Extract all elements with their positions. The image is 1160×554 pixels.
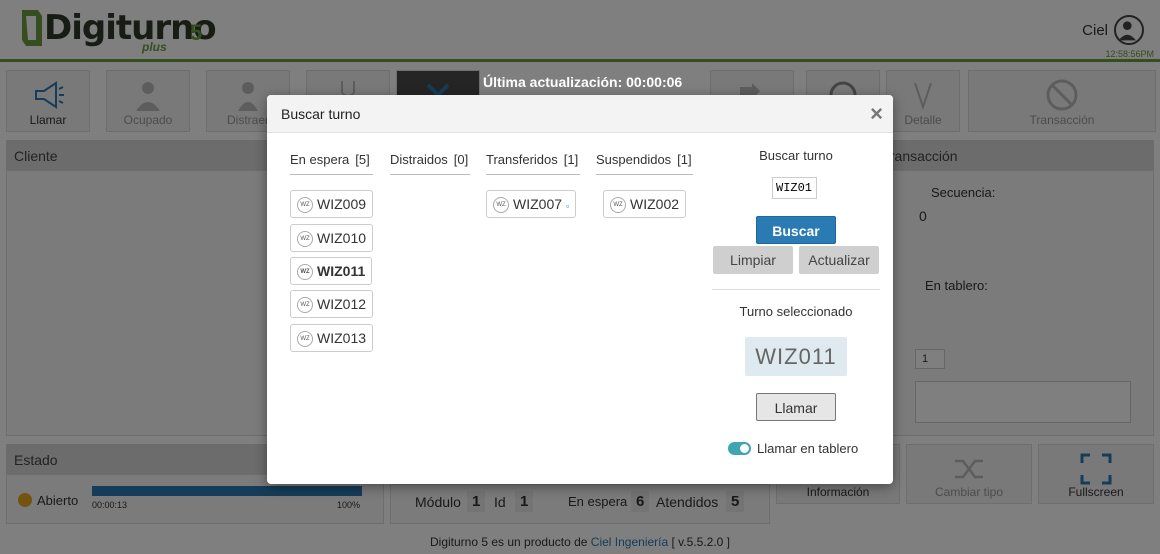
calendar-icon: ▫ — [566, 201, 570, 211]
llamar-button[interactable]: Llamar — [756, 393, 836, 421]
column-title: Distraidos — [390, 152, 448, 167]
search-label: Buscar turno — [759, 148, 833, 163]
turn-chip-wiz011[interactable]: WZ WIZ011 — [290, 257, 373, 285]
column-count: [1] — [677, 152, 692, 167]
turn-chip-wiz013[interactable]: WZ WIZ013 — [290, 324, 374, 352]
buscar-button[interactable]: Buscar — [756, 216, 836, 244]
divider — [712, 289, 880, 290]
turn-chip-wiz007[interactable]: WZ WIZ007 ▫ — [486, 190, 577, 218]
modal-header: Buscar turno × — [267, 95, 893, 133]
limpiar-button[interactable]: Limpiar — [713, 246, 793, 274]
update-banner: Última actualización: 00:00:06 — [483, 74, 683, 90]
toggle-label: Llamar en tablero — [757, 441, 859, 456]
column-header-en-espera[interactable]: En espera [5] — [290, 152, 373, 175]
toggle-knob — [740, 444, 749, 453]
turn-chip-wiz002[interactable]: WZ WIZ002 — [603, 190, 687, 218]
turn-chip-wiz012[interactable]: WZ WIZ012 — [290, 290, 374, 318]
column-title: Suspendidos — [596, 152, 672, 167]
column-header-transferidos[interactable]: Transferidos [1] — [486, 152, 580, 175]
turn-badge-icon: WZ — [297, 197, 313, 213]
column-title: En espera — [290, 152, 350, 167]
turn-chip-wiz010[interactable]: WZ WIZ010 — [290, 224, 374, 252]
turn-code: WIZ012 — [317, 296, 367, 312]
selected-turn-display: WIZ011 — [745, 337, 847, 376]
turn-badge-icon: WZ — [610, 197, 626, 213]
llamar-en-tablero-toggle[interactable] — [728, 442, 751, 455]
column-count: [1] — [563, 152, 579, 167]
turn-code: WIZ009 — [317, 196, 367, 212]
turn-badge-icon: WZ — [493, 197, 509, 213]
close-icon[interactable]: × — [870, 101, 883, 127]
buscar-turno-modal: Buscar turno × En espera [5] Distraidos [0… — [267, 95, 893, 484]
actualizar-button[interactable]: Actualizar — [799, 246, 879, 274]
turn-code: WIZ011 — [317, 263, 366, 279]
turn-code: WIZ002 — [630, 196, 680, 212]
modal-title: Buscar turno — [281, 106, 361, 122]
search-input[interactable] — [772, 177, 817, 199]
turn-code: WIZ007 — [513, 196, 563, 212]
column-title: Transferidos — [486, 152, 558, 167]
column-count: [5] — [355, 152, 370, 167]
turn-code: WIZ013 — [317, 330, 367, 346]
column-header-suspendidos[interactable]: Suspendidos [1] — [596, 152, 693, 175]
selected-label: Turno seleccionado — [739, 304, 853, 319]
turn-badge-icon: WZ — [297, 264, 313, 280]
turn-badge-icon: WZ — [297, 331, 313, 347]
turn-chip-wiz009[interactable]: WZ WIZ009 — [290, 190, 374, 218]
turn-badge-icon: WZ — [297, 231, 313, 247]
column-header-distraidos[interactable]: Distraidos [0] — [390, 152, 470, 175]
turn-badge-icon: WZ — [297, 297, 313, 313]
column-count: [0] — [453, 152, 469, 167]
turn-code: WIZ010 — [317, 230, 367, 246]
